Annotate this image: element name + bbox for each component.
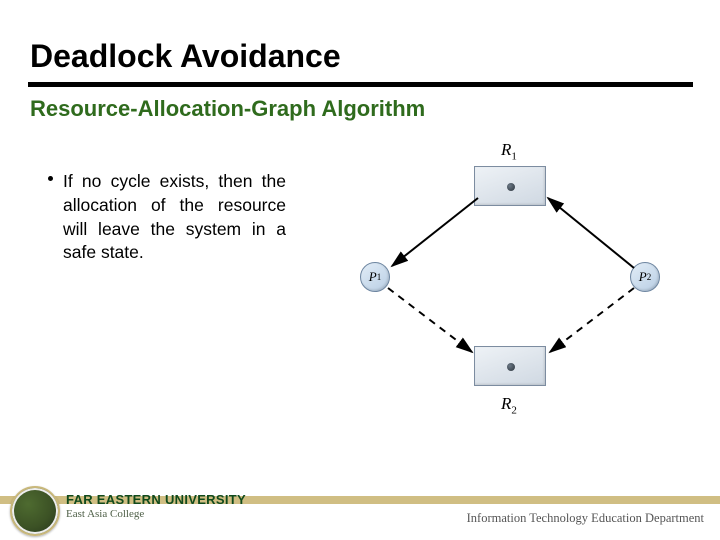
- university-name: FAR EASTERN UNIVERSITY: [66, 492, 406, 507]
- college-name: East Asia College: [66, 508, 406, 520]
- graph-edges: [330, 140, 690, 420]
- title-rule: [28, 82, 693, 87]
- university-seal-icon: [10, 486, 60, 536]
- footer-left: FAR EASTERN UNIVERSITY East Asia College: [66, 492, 406, 532]
- slide-title: Deadlock Avoidance: [30, 38, 341, 75]
- bullet-item: If no cycle exists, then the allocation …: [48, 170, 286, 265]
- department-name: Information Technology Education Departm…: [467, 511, 704, 526]
- resource-allocation-graph: R1 R2 P1 P2: [330, 140, 690, 420]
- bullet-text: If no cycle exists, then the allocation …: [63, 170, 286, 265]
- bullet-list: If no cycle exists, then the allocation …: [48, 170, 286, 265]
- slide-subtitle: Resource-Allocation-Graph Algorithm: [30, 96, 425, 122]
- bullet-dot-icon: [48, 176, 53, 181]
